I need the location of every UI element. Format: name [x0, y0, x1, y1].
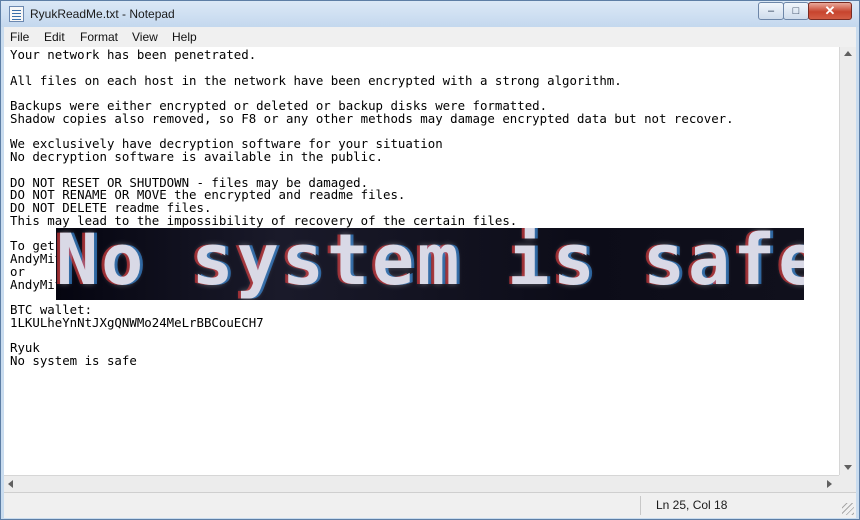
- slogan-overlay-text: No system is safe: [56, 228, 804, 300]
- notepad-app-icon[interactable]: [9, 6, 24, 22]
- notepad-window: RyukReadMe.txt - Notepad – □ ✕ File Edit…: [0, 0, 860, 520]
- menu-file[interactable]: File: [10, 30, 29, 44]
- document-text[interactable]: Your network has been penetrated. All fi…: [10, 48, 838, 368]
- cursor-position: Ln 25, Col 18: [656, 498, 728, 512]
- menu-edit[interactable]: Edit: [44, 30, 65, 44]
- horizontal-scrollbar[interactable]: [4, 475, 839, 492]
- window-title: RyukReadMe.txt - Notepad: [30, 7, 175, 21]
- menu-view[interactable]: View: [132, 30, 158, 44]
- close-button[interactable]: ✕: [808, 2, 852, 20]
- vertical-scrollbar[interactable]: [839, 47, 856, 476]
- resize-grip-icon[interactable]: [842, 503, 854, 515]
- scroll-down-arrow-icon[interactable]: [844, 465, 852, 470]
- maximize-button[interactable]: □: [783, 2, 809, 20]
- minimize-button[interactable]: –: [758, 2, 784, 20]
- status-divider: [640, 496, 641, 515]
- status-bar: Ln 25, Col 18: [4, 492, 856, 518]
- scrollbar-corner: [839, 475, 856, 492]
- scroll-left-arrow-icon[interactable]: [8, 480, 13, 488]
- scroll-right-arrow-icon[interactable]: [827, 480, 832, 488]
- title-bar[interactable]: RyukReadMe.txt - Notepad – □ ✕: [1, 1, 859, 27]
- slogan-overlay-banner: No system is safe: [56, 228, 804, 300]
- menu-format[interactable]: Format: [80, 30, 118, 44]
- scroll-up-arrow-icon[interactable]: [844, 51, 852, 56]
- menu-help[interactable]: Help: [172, 30, 197, 44]
- menu-bar: File Edit Format View Help: [4, 27, 856, 48]
